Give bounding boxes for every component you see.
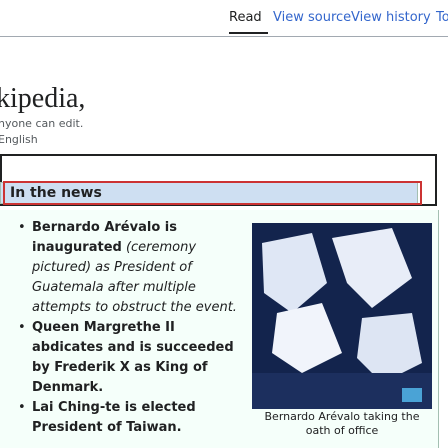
tab-view-history[interactable]: View history	[351, 10, 431, 26]
site-wordmark[interactable]: kipedia,	[0, 83, 85, 115]
list-item: Lai Ching-te is elected President of Tai…	[14, 398, 244, 438]
news-photo[interactable]	[252, 223, 432, 409]
tab-view-source[interactable]: View source	[273, 10, 351, 26]
photo-caption: Bernardo Arévalo taking the oath of offi…	[264, 410, 420, 437]
news-link[interactable]: Lai Ching-te is elected President of Tai…	[32, 400, 196, 435]
tools-menu[interactable]: Tools	[436, 10, 448, 26]
list-item: Bernardo Arévalo is inaugurated (ceremon…	[14, 218, 244, 318]
language-label: English	[0, 133, 38, 146]
nav-divider	[0, 36, 448, 37]
list-item: Queen Margrethe II abdicates and is succ…	[14, 318, 244, 398]
news-list: Bernardo Arévalo is inaugurated (ceremon…	[14, 218, 244, 438]
content-border	[438, 210, 439, 448]
tab-read[interactable]: Read	[229, 10, 262, 26]
active-tab-indicator	[229, 32, 268, 34]
site-tagline: nyone can edit.	[0, 117, 84, 130]
inauguration-image	[252, 223, 432, 409]
news-link[interactable]: Queen Margrethe II abdicates and is succ…	[32, 320, 234, 395]
focus-outline	[3, 181, 422, 205]
